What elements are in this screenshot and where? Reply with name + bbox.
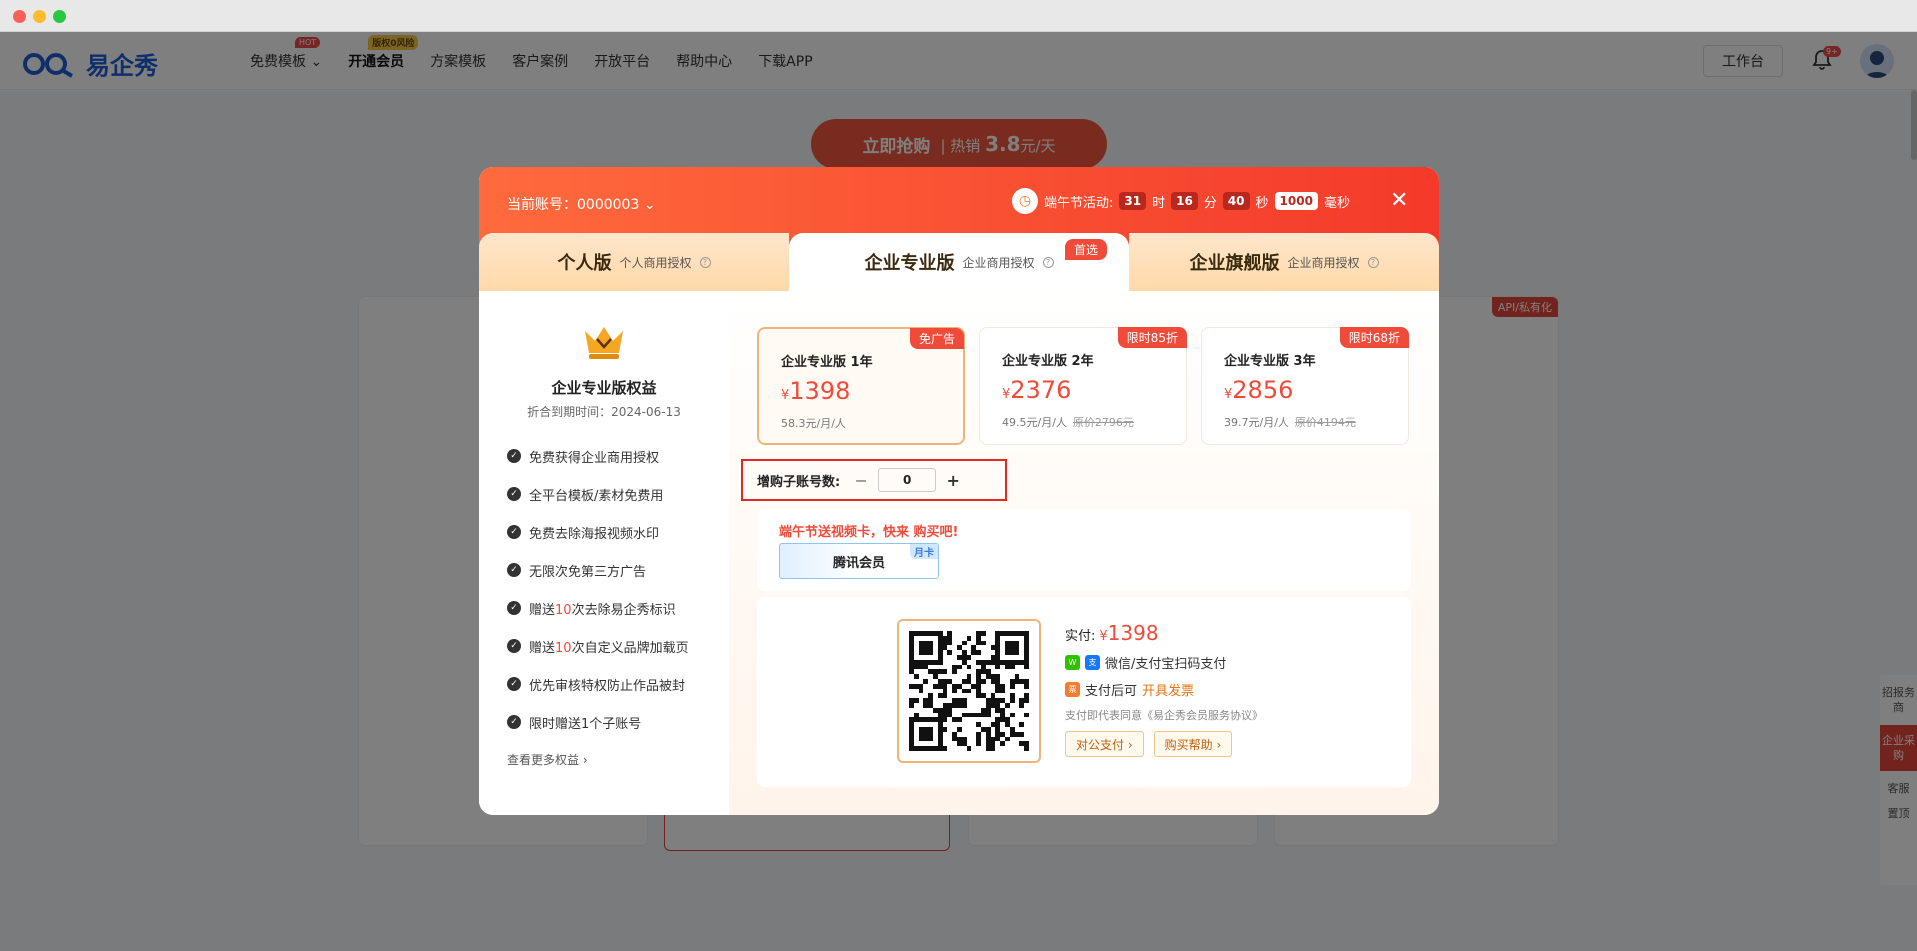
help-icon[interactable]: ?	[1042, 256, 1054, 268]
help-icon[interactable]: ?	[1367, 256, 1379, 268]
timer-minutes: 16	[1171, 192, 1198, 210]
check-icon: ✓	[507, 487, 521, 501]
benefits-panel: 企业专业版权益 折合到期时间：2024-06-13 ✓ 免费获得企业商用授权 ✓ 全…	[479, 291, 729, 815]
plan-card-3yr[interactable]: 限时68折 企业专业版 3年 ¥2856 39.7元/月/人 原价4194元	[1201, 327, 1409, 445]
minus-button[interactable]: −	[850, 469, 872, 491]
plan-badge: 限时68折	[1339, 327, 1409, 348]
account-selector[interactable]: 当前账号：0000003 ⌄	[507, 194, 656, 214]
payment-info: 实付: ¥1398 W 支微信/支付宝扫码支付 票支付后可 开具发票 支付即代表同意《…	[1065, 621, 1263, 757]
list-item: ✓ 免费去除海报视频水印	[507, 513, 727, 551]
timer-seconds: 40	[1222, 192, 1250, 210]
gift-card-label: 腾讯会员	[832, 555, 885, 571]
list-item: ✓ 优先审核特权防止作品被封	[507, 665, 727, 703]
plan-price: ¥2856	[1224, 376, 1294, 404]
invoice-link[interactable]: 开具发票	[1142, 680, 1194, 699]
crown-icon	[585, 327, 623, 359]
timer-ms: 1000	[1274, 192, 1318, 210]
timer-hours: 31	[1119, 192, 1147, 210]
plan-per-month: 49.5元/月/人 原价2796元	[1002, 416, 1134, 429]
tab-enterprise-flagship[interactable]: 企业旗舰版 企业商用授权 ?	[1129, 233, 1439, 291]
tab-pro-title: 企业专业版	[864, 253, 955, 274]
qr-code	[897, 619, 1041, 763]
tab-flagship-title: 企业旗舰版	[1189, 253, 1280, 274]
sub-account-row: 增购子账号数: − 0 +	[741, 459, 1007, 501]
plan-name: 企业专业版 1年	[781, 355, 873, 370]
check-icon: ✓	[507, 563, 521, 577]
check-icon: ✓	[507, 715, 521, 729]
plan-card-1yr[interactable]: 免广告 企业专业版 1年 ¥1398 58.3元/月/人	[757, 327, 965, 445]
plan-card-2yr[interactable]: 限时85折 企业专业版 2年 ¥2376 49.5元/月/人 原价2796元	[979, 327, 1187, 445]
payment-method: W 支微信/支付宝扫码支付	[1065, 653, 1263, 672]
more-benefits-link[interactable]: 查看更多权益 ›	[507, 751, 588, 768]
tab-personal-title: 个人版	[557, 253, 612, 274]
list-item: ✓ 无限次免第三方广告	[507, 551, 727, 589]
sub-account-label: 增购子账号数:	[757, 474, 841, 490]
gift-title: 端午节送视频卡，快来 购买吧!	[779, 525, 959, 540]
invoice-icon: 票	[1065, 682, 1080, 697]
purchase-modal: 当前账号：0000003 ⌄ ◷ 端午节活动: 31 时 16 分 40 秒 1000…	[479, 167, 1439, 815]
qr-code-icon	[909, 631, 1029, 751]
corporate-pay-button[interactable]: 对公支付 ›	[1065, 731, 1144, 757]
plan-badge: 免广告	[909, 328, 964, 349]
gift-card-tencent[interactable]: 腾讯会员 月卡	[779, 543, 939, 579]
gift-month-tag: 月卡	[910, 544, 938, 559]
gift-section: 端午节送视频卡，快来 购买吧! 腾讯会员 月卡	[757, 509, 1411, 591]
plan-name: 企业专业版 2年	[1002, 354, 1094, 369]
alipay-icon: 支	[1085, 655, 1100, 670]
benefit-list: ✓ 免费获得企业商用授权 ✓ 全平台模板/素材免费用 ✓ 免费去除海报视频水印 ✓ 无限…	[507, 437, 727, 741]
browser-chrome	[0, 0, 1917, 32]
promo-countdown: ◷ 端午节活动: 31 时 16 分 40 秒 1000 毫秒	[1012, 188, 1350, 214]
tab-personal-sub: 个人商用授权	[619, 255, 692, 270]
plan-price: ¥1398	[781, 377, 851, 405]
plan-price: ¥2376	[1002, 376, 1072, 404]
quantity-input[interactable]: 0	[878, 468, 937, 492]
purchase-help-button[interactable]: 购买帮助 ›	[1153, 731, 1233, 757]
list-item: ✓ 限时赠送1个子账号	[507, 703, 727, 741]
plan-name: 企业专业版 3年	[1224, 354, 1316, 369]
check-icon: ✓	[507, 525, 521, 539]
service-agreement[interactable]: 支付即代表同意《易企秀会员服务协议》	[1065, 707, 1263, 723]
paid-amount: 实付: ¥1398	[1065, 621, 1159, 645]
list-item: ✓ 赠送10次自定义品牌加载页	[507, 627, 727, 665]
preferred-badge: 首选	[1065, 239, 1108, 260]
plan-per-month: 58.3元/月/人	[781, 417, 846, 430]
close-window-dot[interactable]	[13, 10, 26, 23]
plan-per-month: 39.7元/月/人 原价4194元	[1224, 416, 1356, 429]
wechat-icon: W	[1065, 655, 1080, 670]
quantity-stepper: − 0 +	[850, 468, 964, 492]
close-icon[interactable]: ✕	[1390, 190, 1410, 212]
expiry-date: 折合到期时间：2024-06-13	[527, 405, 681, 419]
plan-badge: 限时85折	[1117, 327, 1187, 348]
payment-section: 实付: ¥1398 W 支微信/支付宝扫码支付 票支付后可 开具发票 支付即代表同意《…	[757, 597, 1411, 787]
timer-hours-unit: 时	[1152, 195, 1166, 211]
timer-seconds-unit: 秒	[1255, 195, 1269, 211]
check-icon: ✓	[507, 601, 521, 615]
check-icon: ✓	[507, 449, 521, 463]
maximize-window-dot[interactable]	[53, 10, 66, 23]
tab-pro-sub: 企业商用授权	[962, 255, 1035, 270]
chevron-down-icon: ⌄	[643, 197, 656, 213]
promo-label: 端午节活动:	[1044, 195, 1114, 211]
help-icon[interactable]: ?	[699, 256, 711, 268]
invoice-line: 票支付后可 开具发票	[1065, 680, 1263, 699]
payment-buttons: 对公支付 › 购买帮助 ›	[1065, 731, 1263, 757]
minimize-window-dot[interactable]	[33, 10, 46, 23]
list-item: ✓ 赠送10次去除易企秀标识	[507, 589, 727, 627]
tab-personal[interactable]: 个人版 个人商用授权 ?	[479, 233, 789, 291]
timer-minutes-unit: 分	[1203, 195, 1217, 211]
plans-panel: 免广告 企业专业版 1年 ¥1398 58.3元/月/人 限时85折 企业专业版…	[729, 291, 1439, 815]
timer-ms-unit: 毫秒	[1323, 195, 1350, 211]
check-icon: ✓	[507, 639, 521, 653]
clock-icon: ◷	[1012, 188, 1038, 214]
plan-tabs: 个人版 个人商用授权 ? 企业专业版 企业商用授权 ? 企业旗舰版 企业商用授权…	[479, 233, 1439, 291]
benefits-title: 企业专业版权益	[551, 379, 657, 397]
tab-flagship-sub: 企业商用授权	[1287, 255, 1360, 270]
check-icon: ✓	[507, 677, 521, 691]
list-item: ✓ 免费获得企业商用授权	[507, 437, 727, 475]
list-item: ✓ 全平台模板/素材免费用	[507, 475, 727, 513]
plus-button[interactable]: +	[942, 469, 964, 491]
